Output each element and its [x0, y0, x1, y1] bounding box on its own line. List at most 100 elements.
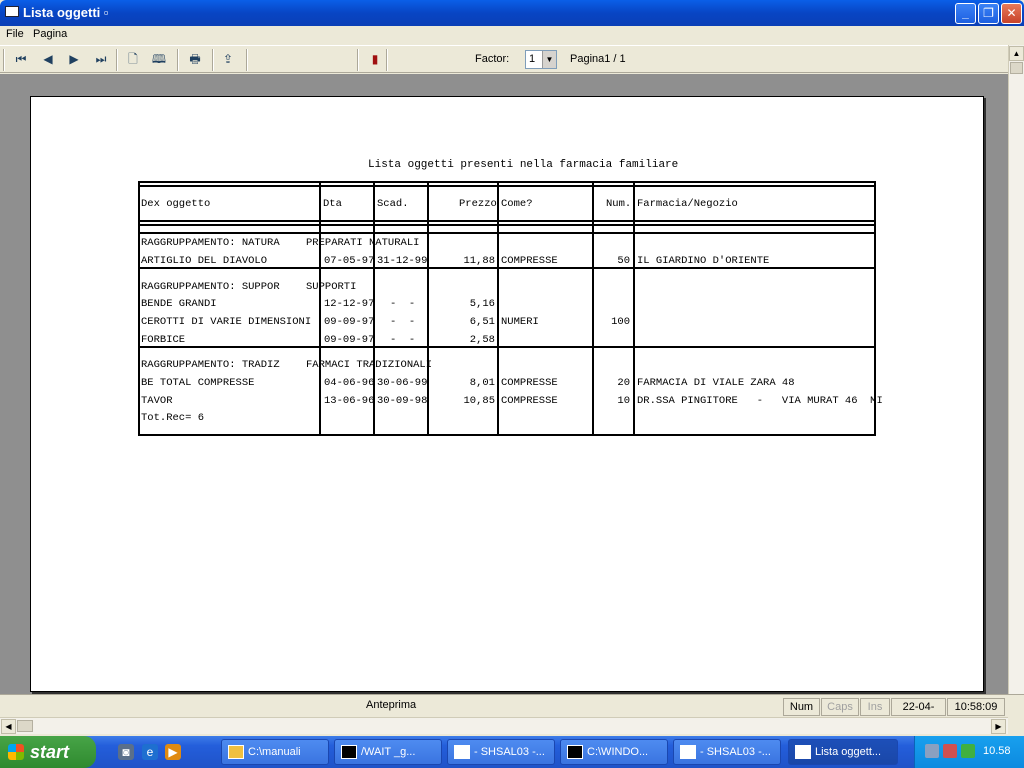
- row-farmacia: IL GIARDINO D'ORIENTE: [637, 255, 770, 267]
- column-line: [633, 181, 635, 436]
- page-indicator: Pagina1 / 1: [570, 53, 626, 65]
- task-manuali[interactable]: C:\manuali: [221, 739, 329, 765]
- media-player-icon[interactable]: ▶: [165, 744, 181, 760]
- row-desc: ARTIGLIO DEL DIAVOLO: [141, 255, 268, 267]
- group-name: SUPPORTI: [306, 281, 357, 293]
- row-prezzo: 6,51: [469, 316, 495, 328]
- report-page: Lista oggetti presenti nella farmacia fa…: [30, 96, 984, 692]
- toolbar-separator: [246, 49, 248, 71]
- row-num: 50: [617, 255, 630, 267]
- row-come: NUMERI: [501, 316, 539, 328]
- task-label: C:\manuali: [248, 746, 301, 758]
- row-come: COMPRESSE: [501, 395, 558, 407]
- group-name: FARMACI TRADIZIONALI: [306, 359, 433, 371]
- task-shsal03-a[interactable]: - SHSAL03 -...: [447, 739, 555, 765]
- title-bar[interactable]: Lista oggetti ▫ _ ❐ ✕: [0, 0, 1024, 26]
- single-page-icon[interactable]: 🗋: [124, 51, 142, 67]
- row-prezzo: 5,16: [469, 298, 495, 310]
- last-page-icon[interactable]: ⏭: [92, 51, 110, 67]
- security-icon[interactable]: [943, 744, 957, 758]
- preview-area[interactable]: Lista oggetti presenti nella farmacia fa…: [0, 74, 1008, 694]
- start-button[interactable]: start: [0, 736, 96, 768]
- taskbar: start ◙ e ▶ C:\manuali /WAIT _g... - SHS…: [0, 736, 1024, 768]
- restore-button[interactable]: ❐: [978, 3, 999, 24]
- row-farmacia: DR.SSA PINGITORE - VIA MURAT 46 MI: [637, 395, 883, 407]
- task-wait[interactable]: /WAIT _g...: [334, 739, 442, 765]
- row-num: 10: [617, 395, 630, 407]
- exit-door-icon[interactable]: ▮: [366, 51, 384, 67]
- task-lista-oggetti[interactable]: Lista oggett...: [788, 739, 898, 765]
- group-rule: [138, 346, 875, 348]
- toolbar-separator: [357, 49, 359, 71]
- row-scad: - -: [390, 334, 416, 346]
- column-line: [497, 181, 499, 436]
- system-tray: 10.58: [914, 736, 1024, 768]
- task-shsal03-b[interactable]: - SHSAL03 -...: [673, 739, 781, 765]
- first-page-icon[interactable]: ⏮: [12, 51, 30, 67]
- column-header-farmacia: Farmacia/Negozio: [637, 198, 738, 210]
- column-header-come: Come?: [501, 198, 533, 210]
- menu-file[interactable]: File: [6, 28, 24, 40]
- group-label: RAGGRUPPAMENTO: TRADIZ: [141, 359, 280, 371]
- show-desktop-icon[interactable]: ◙: [118, 744, 134, 760]
- toolbar-separator: [177, 49, 179, 71]
- window-icon: [454, 745, 470, 759]
- status-caps: Caps: [821, 698, 859, 716]
- row-dta: 13-06-96: [324, 395, 375, 407]
- vertical-scrollbar[interactable]: ▲ ▼: [1008, 45, 1024, 717]
- task-windows-console[interactable]: C:\WINDO...: [560, 739, 668, 765]
- horizontal-scrollbar[interactable]: ◀ ▶: [0, 717, 1008, 734]
- group-name: PREPARATI NATURALI: [306, 237, 420, 249]
- row-dta: 09-09-97: [324, 334, 375, 346]
- window-icon: [795, 745, 811, 759]
- chevron-down-icon[interactable]: ▼: [542, 51, 556, 68]
- two-pages-icon[interactable]: 🕮: [150, 51, 168, 67]
- factor-label: Factor:: [475, 53, 510, 65]
- minimize-button[interactable]: _: [955, 3, 976, 24]
- group-label: RAGGRUPPAMENTO: SUPPOR: [141, 281, 280, 293]
- print-icon[interactable]: 🖶: [186, 51, 204, 67]
- row-scad: 30-09-98: [377, 395, 428, 407]
- header-rule: [138, 220, 875, 222]
- network-icon[interactable]: [925, 744, 939, 758]
- group-rule: [138, 232, 875, 234]
- task-label: - SHSAL03 -...: [700, 746, 771, 758]
- previous-page-icon[interactable]: ◀: [39, 51, 57, 67]
- scroll-left-icon[interactable]: ◀: [1, 719, 16, 734]
- column-header-num: Num.: [606, 198, 632, 210]
- status-num: Num: [783, 698, 820, 716]
- window-icon: [680, 745, 696, 759]
- row-num: 100: [611, 316, 630, 328]
- task-label: /WAIT _g...: [361, 746, 416, 758]
- column-line: [138, 181, 140, 436]
- update-icon[interactable]: [961, 744, 975, 758]
- tray-clock[interactable]: 10.58: [983, 745, 1011, 757]
- row-dta: 09-09-97: [324, 316, 375, 328]
- row-scad: 31-12-99: [377, 255, 428, 267]
- column-line: [319, 181, 321, 436]
- row-prezzo: 8,01: [469, 377, 495, 389]
- close-button[interactable]: ✕: [1001, 3, 1022, 24]
- app-icon: [5, 6, 19, 17]
- menu-pagina[interactable]: Pagina: [33, 28, 67, 40]
- task-label: Lista oggett...: [815, 746, 882, 758]
- scroll-up-icon[interactable]: ▲: [1009, 46, 1024, 61]
- status-ins: Ins: [860, 698, 890, 716]
- horizontal-scroll-thumb[interactable]: [17, 720, 33, 732]
- row-scad: 30-06-99: [377, 377, 428, 389]
- export-icon[interactable]: ⇪: [219, 51, 237, 67]
- toolbar-separator: [386, 49, 388, 71]
- table-bottom-rule: [138, 434, 875, 436]
- total-records: Tot.Rec= 6: [141, 412, 205, 424]
- row-scad: - -: [390, 316, 416, 328]
- row-come: COMPRESSE: [501, 377, 558, 389]
- row-desc: FORBICE: [141, 334, 186, 346]
- factor-select[interactable]: 1 ▼: [525, 50, 557, 69]
- internet-explorer-icon[interactable]: e: [142, 744, 158, 760]
- row-dta: 04-06-96: [324, 377, 375, 389]
- vertical-scroll-thumb[interactable]: [1010, 62, 1023, 74]
- row-prezzo: 10,85: [463, 395, 495, 407]
- start-label: start: [30, 742, 70, 762]
- scroll-right-icon[interactable]: ▶: [991, 719, 1006, 734]
- next-page-icon[interactable]: ▶: [65, 51, 83, 67]
